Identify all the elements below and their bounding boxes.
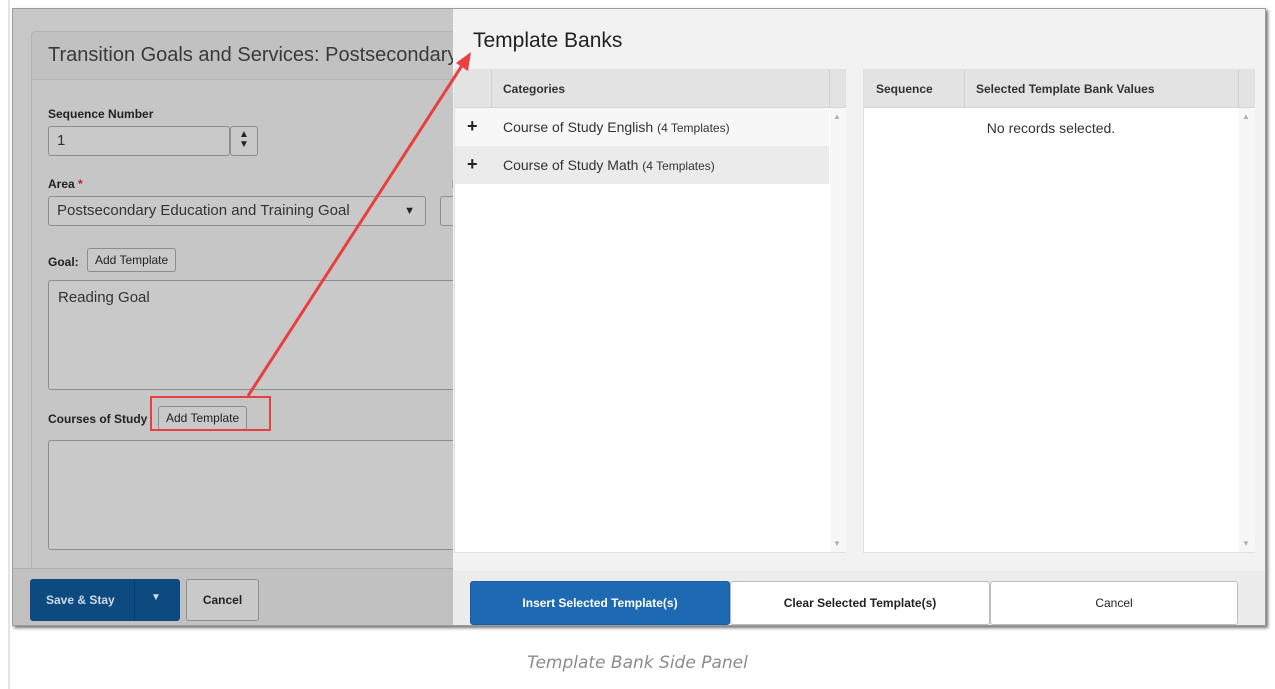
form-header: Transition Goals and Services: Postsecon… xyxy=(32,32,490,80)
category-row[interactable]: + Course of Study English (4 Templates) xyxy=(455,108,829,146)
courses-of-study-label: Courses of Study xyxy=(48,412,148,426)
scroll-down-icon[interactable]: ▼ xyxy=(833,539,841,548)
panel-cancel-button[interactable]: Cancel xyxy=(990,581,1238,625)
caret-down-icon[interactable]: ▼ xyxy=(151,592,161,603)
expand-plus-icon[interactable]: + xyxy=(467,116,478,137)
annotation-highlight-box xyxy=(150,396,271,431)
sequence-number-input[interactable]: 1 xyxy=(48,126,230,156)
area-select-value: Postsecondary Education and Training Goa… xyxy=(57,202,350,219)
sequence-stepper[interactable]: ▲ ▼ xyxy=(230,126,258,156)
courses-of-study-textarea[interactable] xyxy=(48,440,480,550)
figure-caption: Template Bank Side Panel xyxy=(527,653,748,673)
categories-grid: Categories + Course of Study English (4 … xyxy=(454,69,846,553)
column-separator xyxy=(1238,70,1239,108)
sequence-number-label: Sequence Number xyxy=(48,107,154,121)
required-marker: * xyxy=(78,177,83,191)
template-banks-panel: Template Banks Categories + Course of St… xyxy=(453,9,1265,625)
selected-scrollbar[interactable]: ▲ ▼ xyxy=(1239,108,1255,552)
transition-goals-form: Transition Goals and Services: Postsecon… xyxy=(31,31,491,571)
scroll-down-icon[interactable]: ▼ xyxy=(1242,539,1250,548)
insert-selected-templates-button[interactable]: Insert Selected Template(s) xyxy=(470,581,730,625)
cancel-button[interactable]: Cancel xyxy=(186,579,259,621)
panel-title: Template Banks xyxy=(473,29,623,52)
selected-grid-header: Sequence Selected Template Bank Values xyxy=(864,70,1254,108)
screenshot-frame: Transition Goals and Services: Postsecon… xyxy=(12,8,1266,626)
categories-grid-header: Categories xyxy=(455,70,845,108)
save-stay-label: Save & Stay xyxy=(46,593,115,607)
column-separator xyxy=(491,70,492,108)
form-title: Transition Goals and Services: Postsecon… xyxy=(48,44,458,66)
column-separator xyxy=(964,70,965,108)
goal-textarea[interactable]: Reading Goal xyxy=(48,280,480,390)
categories-column-header[interactable]: Categories xyxy=(503,82,565,96)
stepper-down-icon[interactable]: ▼ xyxy=(231,140,257,150)
category-label: Course of Study English (4 Templates) xyxy=(503,119,730,135)
goal-label: Goal: xyxy=(48,255,79,269)
category-label: Course of Study Math (4 Templates) xyxy=(503,157,715,173)
save-stay-button[interactable]: Save & Stay ▼ xyxy=(30,579,180,621)
dropdown-arrow-icon: ▼ xyxy=(404,205,415,217)
area-select[interactable]: Postsecondary Education and Training Goa… xyxy=(48,196,426,226)
scroll-up-icon[interactable]: ▲ xyxy=(833,112,841,121)
selected-values-grid: Sequence Selected Template Bank Values N… xyxy=(863,69,1255,553)
expand-plus-icon[interactable]: + xyxy=(467,154,478,175)
save-button-divider xyxy=(134,579,135,621)
column-separator xyxy=(829,70,830,108)
sequence-column-header[interactable]: Sequence xyxy=(876,82,933,96)
clear-selected-templates-button[interactable]: Clear Selected Template(s) xyxy=(730,581,990,625)
scroll-up-icon[interactable]: ▲ xyxy=(1242,112,1250,121)
sequence-number-value: 1 xyxy=(57,132,66,149)
page-left-rule xyxy=(8,0,10,689)
selected-values-column-header[interactable]: Selected Template Bank Values xyxy=(976,82,1155,96)
area-label: Area * xyxy=(48,177,83,191)
category-row[interactable]: + Course of Study Math (4 Templates) xyxy=(455,146,829,184)
empty-state-message: No records selected. xyxy=(986,120,1116,136)
goal-add-template-button[interactable]: Add Template xyxy=(87,248,177,272)
panel-footer: Insert Selected Template(s) Clear Select… xyxy=(453,571,1265,625)
categories-scrollbar[interactable]: ▲ ▼ xyxy=(830,108,846,552)
goal-text: Reading Goal xyxy=(58,289,150,306)
